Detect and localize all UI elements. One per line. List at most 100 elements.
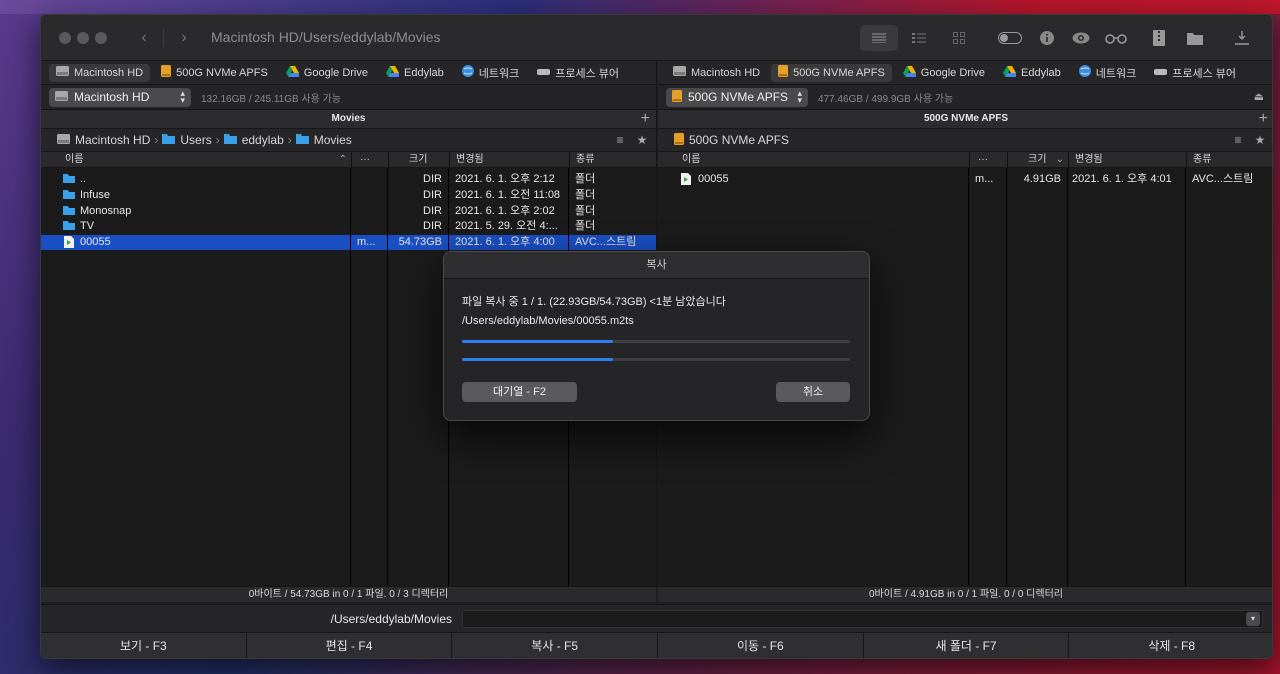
add-tab-button[interactable]: +: [641, 110, 650, 128]
table-row[interactable]: 00055 m... 4.91GB 2021. 6. 1. 오후 4:01 AV…: [658, 172, 1272, 188]
path-title-label: 500G NVMe APFS: [923, 113, 1009, 124]
fav-label: 500G NVMe APFS: [793, 66, 885, 79]
view-options-icon[interactable]: ≡: [1228, 131, 1248, 149]
close-window-button[interactable]: [59, 32, 71, 44]
cell-size: 4.91GB: [1023, 173, 1061, 185]
minimize-window-button[interactable]: [77, 32, 89, 44]
col-kind[interactable]: 종류: [569, 152, 657, 168]
table-row[interactable]: Monosnap DIR 2021. 6. 1. 오후 2:02 폴더: [41, 204, 656, 219]
fav-500g-nvme[interactable]: 500G NVMe APFS: [154, 64, 275, 82]
function-key-bar: 보기 - F3 편집 - F4 복사 - F5 이동 - F6 새 폴더 - F…: [41, 632, 1272, 658]
col-label: 종류: [576, 154, 595, 165]
col-ext[interactable]: ···: [351, 152, 388, 168]
breadcrumb-item[interactable]: Macintosh HD: [75, 133, 150, 147]
search-button[interactable]: [1097, 25, 1135, 51]
cell-name: Infuse: [80, 189, 110, 201]
column-divider: [1006, 168, 1007, 600]
fav-macintosh-hd[interactable]: Macintosh HD: [666, 64, 767, 82]
archive-button[interactable]: [1140, 25, 1178, 51]
volume-label: 500G NVMe APFS: [688, 90, 789, 104]
file-progress-fill: [462, 340, 614, 343]
right-volume-select[interactable]: 500G NVMe APFS ▴ ▾: [666, 87, 808, 107]
breadcrumb-item[interactable]: Movies: [314, 133, 352, 147]
table-row[interactable]: .. DIR 2021. 6. 1. 오후 2:12 폴더: [41, 172, 656, 187]
fav-process-viewer[interactable]: 프로세스 뷰어: [530, 64, 626, 82]
cell-size: DIR: [423, 205, 442, 217]
queue-button[interactable]: 대기열 - F2: [462, 382, 577, 402]
delete-f8-button[interactable]: 삭제 - F8: [1069, 633, 1272, 658]
view-options-icon[interactable]: ≡: [610, 131, 630, 149]
cell-kind: 폴더: [575, 220, 596, 232]
zoom-window-button[interactable]: [95, 32, 107, 44]
brief-view-button[interactable]: [860, 25, 898, 51]
star-icon[interactable]: ★: [632, 131, 652, 149]
fav-label: Google Drive: [920, 66, 985, 79]
edit-f4-button[interactable]: 편집 - F4: [247, 633, 453, 658]
copy-dialog: 복사 파일 복사 중 1 / 1. (22.93GB/54.73GB) <1분 …: [443, 251, 870, 421]
chevron-down-icon[interactable]: ▾: [1246, 612, 1260, 626]
view-f3-button[interactable]: 보기 - F3: [41, 633, 247, 658]
cancel-button[interactable]: 취소: [776, 382, 850, 402]
terminal-button[interactable]: [1223, 25, 1261, 51]
copy-f5-button[interactable]: 복사 - F5: [452, 633, 659, 658]
breadcrumb-item[interactable]: 500G NVMe APFS: [689, 133, 789, 147]
eject-icon[interactable]: ⏏: [1254, 90, 1264, 103]
fav-macintosh-hd[interactable]: Macintosh HD: [49, 63, 151, 82]
column-divider: [387, 168, 388, 600]
hidden-files-toggle[interactable]: [991, 25, 1029, 51]
fav-google-drive[interactable]: Google Drive: [896, 64, 992, 82]
fav-eddylab[interactable]: Eddylab: [379, 64, 451, 82]
col-size[interactable]: 크기 ⌄: [1007, 152, 1068, 168]
table-row[interactable]: Infuse DIR 2021. 6. 1. 오전 11:08 폴더: [41, 188, 656, 203]
fav-google-drive[interactable]: Google Drive: [279, 64, 375, 82]
hdd-icon: [55, 90, 68, 104]
copy-status-message: 파일 복사 중 1 / 1. (22.93GB/54.73GB) <1분 남았습…: [462, 296, 726, 308]
google-drive-icon: [902, 65, 916, 80]
quick-look-button[interactable]: [1062, 25, 1100, 51]
move-f6-button[interactable]: 이동 - F6: [658, 633, 864, 658]
right-status-bar: 0바이트 / 4.91GB in 0 / 1 파일. 0 / 0 디렉터리: [658, 586, 1272, 602]
cell-ext: m...: [975, 173, 994, 185]
column-divider: [1185, 168, 1186, 600]
table-row-selected[interactable]: 00055 m... 54.73GB 2021. 6. 1. 오후 4:00 A…: [41, 235, 656, 250]
cell-ext: m...: [357, 236, 376, 248]
add-tab-button[interactable]: +: [1259, 110, 1268, 128]
breadcrumb-item[interactable]: Users: [180, 133, 211, 147]
col-ext[interactable]: ···: [969, 152, 1007, 168]
cell-size: 54.73GB: [398, 236, 442, 248]
list-bullets-icon: [912, 32, 926, 43]
fav-network[interactable]: 네트워크: [1072, 64, 1143, 82]
fav-eddylab[interactable]: Eddylab: [996, 64, 1068, 82]
col-kind[interactable]: 종류: [1186, 152, 1272, 168]
list-view-button[interactable]: [900, 25, 938, 51]
cell-kind: AVC...스트림: [1192, 173, 1254, 185]
left-volume-select[interactable]: Macintosh HD ▴ ▾: [49, 87, 191, 107]
table-row[interactable]: TV DIR 2021. 5. 29. 오전 4:... 폴더: [41, 219, 656, 234]
google-drive-icon: [386, 65, 399, 80]
compare-folders-button[interactable]: [1176, 25, 1214, 51]
new-folder-f7-button[interactable]: 새 폴더 - F7: [864, 633, 1070, 658]
col-label: 이름: [682, 154, 701, 165]
command-input[interactable]: ▾: [462, 610, 1263, 628]
col-modified[interactable]: 변경됨: [1068, 152, 1186, 168]
col-label: 변경됨: [456, 154, 484, 165]
hdd-icon: [56, 66, 69, 79]
col-name[interactable]: 이름 ⌃: [41, 152, 351, 168]
info-button[interactable]: [1028, 25, 1066, 51]
thumbnail-view-button[interactable]: [940, 25, 978, 51]
col-name[interactable]: 이름: [658, 152, 969, 168]
fav-network[interactable]: 네트워크: [455, 64, 526, 82]
col-label: 변경됨: [1075, 154, 1103, 165]
cell-name: ..: [80, 173, 87, 185]
breadcrumb-item[interactable]: eddylab: [242, 133, 284, 147]
back-button[interactable]: ‹: [134, 27, 154, 49]
video-file-icon: [681, 173, 691, 188]
star-icon[interactable]: ★: [1250, 131, 1270, 149]
forward-button[interactable]: ›: [174, 27, 194, 49]
fav-process-viewer[interactable]: 프로세스 뷰어: [1147, 64, 1243, 82]
col-modified[interactable]: 변경됨: [449, 152, 569, 168]
drive-icon: [161, 65, 172, 80]
fav-label: 네트워크: [478, 67, 520, 80]
fav-500g-nvme[interactable]: 500G NVMe APFS: [771, 63, 892, 82]
col-size[interactable]: 크기: [388, 152, 449, 168]
